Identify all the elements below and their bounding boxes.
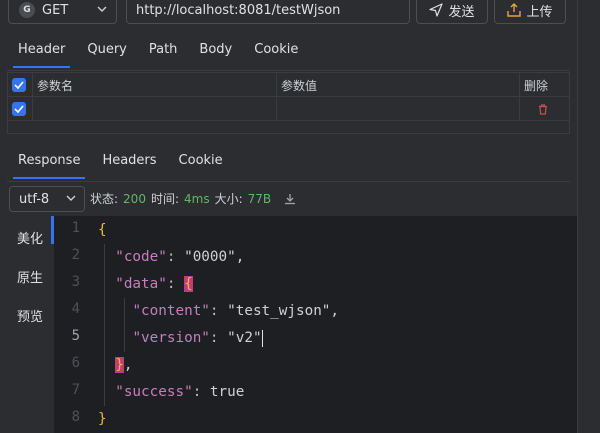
delete-row-button[interactable] [538, 97, 548, 121]
line-number: 3 [71, 274, 80, 290]
line-number: 1 [71, 220, 80, 236]
url-text: http://localhost:8081/testWjson [136, 2, 341, 18]
encoding-select[interactable]: utf-8 [9, 186, 85, 212]
line-number-gutter: 1 2 3 4 5 6 7 8 [54, 216, 88, 433]
code-line: "content": "test_wjson", [98, 300, 339, 322]
response-status: 状态: 200 时间: 4ms 大小: 77B [90, 190, 296, 207]
paper-plane-icon [429, 3, 444, 17]
code-line-current: "version": "v2" [98, 327, 263, 349]
status-label: 状态: [90, 192, 119, 206]
column-param-name: 参数名 [37, 78, 74, 93]
line-number: 8 [71, 409, 80, 425]
code-line: } [98, 408, 107, 430]
method-label: GET [42, 2, 69, 18]
url-input[interactable]: http://localhost:8081/testWjson [126, 0, 410, 24]
code-line-text: "success": true [115, 384, 245, 400]
code-line: }, [98, 354, 132, 376]
column-param-value: 参数值 [281, 78, 318, 93]
table-row [8, 97, 569, 121]
chevron-down-icon [97, 6, 107, 12]
param-name-input[interactable] [34, 97, 276, 121]
header-table: 参数名 参数值 删除 [7, 72, 570, 134]
select-all-checkbox[interactable] [12, 73, 26, 97]
code-line-text: } [98, 411, 107, 427]
code-line-text: "code": "0000", [115, 249, 245, 265]
size-label: 大小: [214, 192, 243, 206]
tab-headers[interactable]: Headers [91, 147, 167, 175]
upload-label: 上传 [526, 4, 553, 20]
line-number: 6 [71, 355, 80, 371]
code-line: "success": true [98, 381, 244, 403]
tab-cookie[interactable]: Cookie [243, 36, 309, 64]
tab-divider [7, 181, 570, 182]
send-label: 发送 [448, 4, 475, 20]
line-number-current: 5 [71, 328, 80, 344]
check-icon [14, 81, 24, 89]
tab-body[interactable]: Body [188, 36, 243, 64]
encoding-value: utf-8 [19, 191, 50, 207]
view-preview[interactable]: 预览 [17, 306, 43, 325]
response-editor[interactable]: 1 2 3 4 5 6 7 8 { "code": "0000", "data"… [54, 216, 577, 433]
code-line-text: }, [115, 357, 133, 373]
time-label: 时间: [150, 192, 179, 206]
tab-query[interactable]: Query [76, 36, 138, 64]
column-delete: 删除 [524, 78, 549, 93]
download-button[interactable] [284, 193, 296, 205]
column-divider [32, 73, 33, 121]
line-number: 4 [71, 301, 80, 317]
code-line-text: "content": "test_wjson", [132, 303, 340, 319]
tab-header[interactable]: Header [7, 36, 76, 68]
text-caret [261, 329, 263, 347]
response-tabs: Response Headers Cookie [7, 147, 234, 179]
check-icon [14, 105, 24, 113]
line-number: 7 [71, 382, 80, 398]
row-checkbox[interactable] [12, 97, 26, 121]
chevron-down-icon [66, 195, 76, 201]
method-circle-icon: G [19, 2, 35, 18]
param-value-input[interactable] [278, 97, 520, 121]
tab-response[interactable]: Response [7, 147, 91, 179]
method-select[interactable]: G GET [8, 0, 117, 24]
view-pretty[interactable]: 美化 [17, 228, 43, 247]
view-raw[interactable]: 原生 [17, 267, 43, 286]
line-number: 2 [71, 247, 80, 263]
code-line-text: { [98, 222, 107, 238]
download-icon [285, 193, 296, 204]
code-line: "code": "0000", [98, 246, 244, 268]
code-line: "data": { [98, 273, 193, 295]
view-mode-nav: 美化 原生 预览 [0, 216, 53, 433]
trash-icon [539, 103, 547, 115]
table-header-row: 参数名 参数值 删除 [8, 73, 569, 97]
upload-icon [507, 3, 522, 17]
code-line-text: "data": { [115, 276, 193, 292]
request-tabs: Header Query Path Body Cookie [7, 36, 309, 68]
tab-path[interactable]: Path [138, 36, 189, 64]
code-line: { [98, 219, 107, 241]
size-value: 77B [247, 191, 272, 206]
column-divider [276, 73, 277, 121]
tab-response-cookie[interactable]: Cookie [168, 147, 234, 175]
upload-button[interactable]: 上传 [494, 0, 566, 24]
tab-divider [7, 70, 570, 71]
column-divider [519, 73, 520, 121]
json-code: { "code": "0000", "data": { "content": "… [98, 216, 339, 427]
time-value: 4ms [184, 191, 210, 206]
status-value: 200 [123, 191, 146, 206]
send-button[interactable]: 发送 [416, 0, 488, 24]
code-line-text: "version": "v2" [132, 330, 262, 346]
panel-divider [577, 0, 578, 433]
